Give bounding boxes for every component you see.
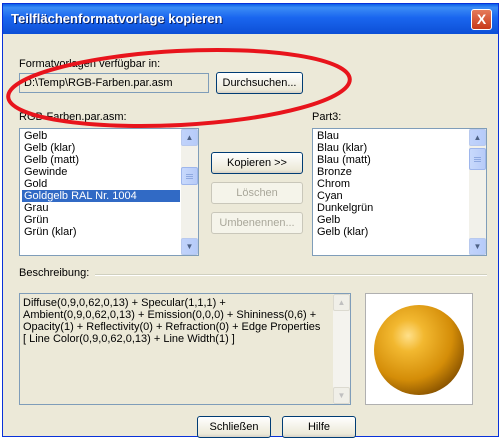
delete-button[interactable]: Löschen (211, 182, 303, 204)
scroll-thumb[interactable] (181, 167, 198, 185)
browse-button[interactable]: Durchsuchen... (216, 72, 303, 94)
left-item[interactable]: Gewinde (22, 166, 180, 178)
left-item[interactable]: Grün (22, 214, 180, 226)
left-item[interactable]: Gelb (matt) (22, 154, 180, 166)
scroll-down-icon[interactable]: ▼ (333, 387, 350, 404)
copy-button[interactable]: Kopieren >> (211, 152, 303, 174)
scroll-down-icon[interactable]: ▼ (469, 238, 486, 255)
help-button[interactable]: Hilfe (282, 416, 356, 438)
left-list-items: Gelb Gelb (klar) Gelb (matt) Gewinde Gold Gol… (22, 130, 180, 238)
sphere-preview-image (374, 305, 464, 395)
right-list-scrollbar[interactable]: ▲ ▼ (469, 129, 486, 255)
right-item[interactable]: Bronze (315, 166, 468, 178)
right-item[interactable]: Gelb (klar) (315, 226, 468, 238)
description-label: Beschreibung: (19, 267, 90, 279)
left-item[interactable]: Grün (klar) (22, 226, 180, 238)
description-box[interactable]: Diffuse(0,9,0,62,0,13) + Specular(1,1,1)… (19, 293, 351, 405)
close-button[interactable]: Schließen (197, 416, 271, 438)
right-item[interactable]: Cyan (315, 190, 468, 202)
left-item[interactable]: Grau (22, 202, 180, 214)
right-item[interactable]: Blau (klar) (315, 142, 468, 154)
right-list-items: Blau Blau (klar) Blau (matt) Bronze Chrom Cya… (315, 130, 468, 238)
scroll-up-icon[interactable]: ▲ (333, 294, 350, 311)
right-item[interactable]: Blau (matt) (315, 154, 468, 166)
scroll-down-icon[interactable]: ▼ (181, 238, 198, 255)
material-preview (365, 293, 473, 405)
left-item[interactable]: Gelb (klar) (22, 142, 180, 154)
close-window-button[interactable]: X (471, 9, 492, 30)
title-bar[interactable]: Teilflächenformatvorlage kopieren X (3, 4, 498, 34)
scroll-up-icon[interactable]: ▲ (469, 129, 486, 146)
window-title: Teilflächenformatvorlage kopieren (11, 11, 223, 26)
source-label: Formatvorlagen verfügbar in: (19, 58, 161, 70)
group-separator (95, 274, 487, 276)
right-list-label: Part3: (312, 111, 342, 123)
left-item[interactable]: Gelb (22, 130, 180, 142)
description-text: Diffuse(0,9,0,62,0,13) + Specular(1,1,1)… (23, 297, 321, 345)
left-style-list[interactable]: Gelb Gelb (klar) Gelb (matt) Gewinde Gold Gol… (19, 128, 199, 256)
scroll-thumb[interactable] (469, 148, 486, 170)
description-scrollbar[interactable]: ▲ ▼ (333, 294, 350, 404)
right-item[interactable]: Chrom (315, 178, 468, 190)
left-list-scrollbar[interactable]: ▲ ▼ (181, 129, 198, 255)
rename-button[interactable]: Umbenennen... (211, 212, 303, 234)
right-item[interactable]: Dunkelgrün (315, 202, 468, 214)
left-item[interactable]: Goldgelb RAL Nr. 1004 (22, 190, 180, 202)
left-item[interactable]: Gold (22, 178, 180, 190)
right-style-list[interactable]: Blau Blau (klar) Blau (matt) Bronze Chrom Cya… (312, 128, 487, 256)
left-list-label: RGB-Farben.par.asm: (19, 111, 127, 123)
right-item[interactable]: Gelb (315, 214, 468, 226)
scroll-up-icon[interactable]: ▲ (181, 129, 198, 146)
source-path-field: D:\Temp\RGB-Farben.par.asm (19, 73, 209, 93)
dialog-window: Teilflächenformatvorlage kopieren X Form… (2, 3, 499, 438)
right-item[interactable]: Blau (315, 130, 468, 142)
